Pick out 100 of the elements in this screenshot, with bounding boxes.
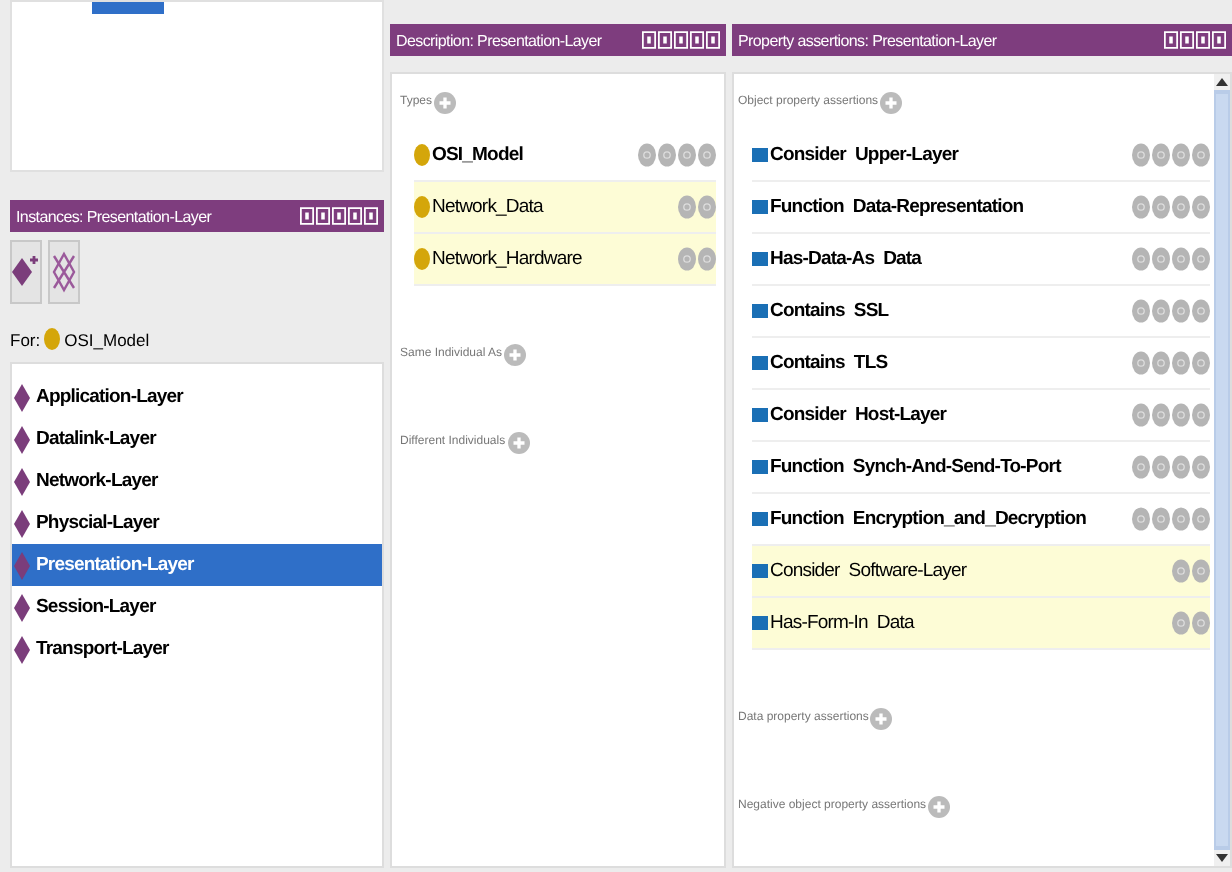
action-icon[interactable] [1132,244,1150,274]
class-icon [414,196,430,218]
action-icon[interactable] [698,192,716,222]
action-icon[interactable] [1172,140,1190,170]
action-icon[interactable] [1172,608,1190,638]
view-title: Instances: Presentation-Layer [16,207,212,225]
action-icon[interactable] [1172,504,1190,534]
view-control-icon[interactable] [1196,30,1210,50]
action-icon[interactable] [1192,192,1210,222]
action-icon[interactable] [1172,296,1190,326]
add-icon[interactable] [880,91,903,113]
view-control-icon[interactable] [364,206,378,226]
action-icon[interactable] [1132,504,1150,534]
view-control-icon[interactable] [690,30,704,50]
action-icon[interactable] [1172,244,1190,274]
action-icon[interactable] [1152,140,1170,170]
action-icon[interactable] [1192,244,1210,274]
view-control-icon[interactable] [348,206,362,226]
assertion-text: Has-Data-As Data [770,248,924,270]
assertion-row[interactable]: Consider Host-Layer [752,390,1210,442]
diamond-icon [14,467,30,495]
action-icon[interactable] [1172,452,1190,482]
view-control-icon[interactable] [658,30,672,50]
object-property-icon [752,512,768,526]
view-control-icon[interactable] [1212,30,1226,50]
action-icon[interactable] [1192,504,1210,534]
assertion-row[interactable]: Contains TLS [752,338,1210,390]
action-icon[interactable] [1152,296,1170,326]
action-icon[interactable] [1132,140,1150,170]
type-row[interactable]: Network_Data [414,182,716,234]
add-icon[interactable] [870,707,893,729]
view-control-icon[interactable] [674,30,688,50]
action-icon[interactable] [698,140,716,170]
view-control-icon[interactable] [316,206,330,226]
individual-item[interactable]: Transport-Layer [12,628,382,670]
assertion-text: Contains TLS [770,352,890,374]
assertion-row[interactable]: Has-Data-As Data [752,234,1210,286]
add-icon[interactable] [504,343,527,365]
view-control-icon[interactable] [332,206,346,226]
action-icon[interactable] [1152,504,1170,534]
action-icon[interactable] [638,140,656,170]
individual-item[interactable]: Session-Layer [12,586,382,628]
individual-item[interactable]: Application-Layer [12,376,382,418]
action-icon[interactable] [1172,556,1190,586]
action-icon[interactable] [1132,348,1150,378]
object-property-icon [752,252,768,266]
action-icon[interactable] [1152,244,1170,274]
class-name: OSI_Model [64,329,150,349]
action-icon[interactable] [1172,192,1190,222]
assertion-row[interactable]: Consider Software-Layer [752,546,1210,598]
action-icon[interactable] [1192,556,1210,586]
action-icon[interactable] [1192,452,1210,482]
action-icon[interactable] [1132,452,1150,482]
add-individual-button[interactable] [10,240,42,304]
action-icon[interactable] [658,140,676,170]
individual-item[interactable]: Network-Layer [12,460,382,502]
delete-individual-button[interactable] [48,240,80,304]
scroll-thumb[interactable] [1216,94,1228,846]
action-icon[interactable] [1172,400,1190,430]
action-icon[interactable] [678,244,696,274]
action-icon[interactable] [1152,348,1170,378]
action-icon[interactable] [1132,296,1150,326]
assertion-row[interactable]: Function Synch-And-Send-To-Port [752,442,1210,494]
action-icon[interactable] [1192,400,1210,430]
action-icon[interactable] [1152,192,1170,222]
scrollbar[interactable] [1214,74,1230,866]
assertion-row[interactable]: Function Data-Representation [752,182,1210,234]
add-icon[interactable] [507,431,530,453]
action-icon[interactable] [1152,452,1170,482]
assertion-row[interactable]: Consider Upper-Layer [752,130,1210,182]
view-control-icon[interactable] [706,30,720,50]
action-icon[interactable] [698,244,716,274]
add-icon[interactable] [928,795,951,817]
action-icon[interactable] [1192,608,1210,638]
action-icon[interactable] [1172,348,1190,378]
assertion-row[interactable]: Contains SSL [752,286,1210,338]
scroll-up-icon[interactable] [1214,74,1230,90]
scroll-down-icon[interactable] [1214,850,1230,866]
action-icon[interactable] [1132,400,1150,430]
action-icon[interactable] [1192,296,1210,326]
assertion-row[interactable]: Has-Form-In Data [752,598,1210,650]
individual-item[interactable]: Presentation-Layer [12,544,382,586]
action-icon[interactable] [1132,192,1150,222]
action-icon[interactable] [678,192,696,222]
view-control-icon[interactable] [642,30,656,50]
view-control-icon[interactable] [1180,30,1194,50]
diamond-icon [14,593,30,621]
diamond-icon [14,551,30,579]
action-icon[interactable] [678,140,696,170]
view-control-icon[interactable] [1164,30,1178,50]
object-property-icon [752,200,768,214]
type-row[interactable]: Network_Hardware [414,234,716,286]
view-control-icon[interactable] [300,206,314,226]
add-icon[interactable] [434,91,457,113]
individual-item[interactable]: Datalink-Layer [12,418,382,460]
individual-item[interactable]: Physcial-Layer [12,502,382,544]
type-name: Network_Data [432,196,546,218]
action-icon[interactable] [1192,140,1210,170]
action-icon[interactable] [1152,400,1170,430]
action-icon[interactable] [1192,348,1210,378]
